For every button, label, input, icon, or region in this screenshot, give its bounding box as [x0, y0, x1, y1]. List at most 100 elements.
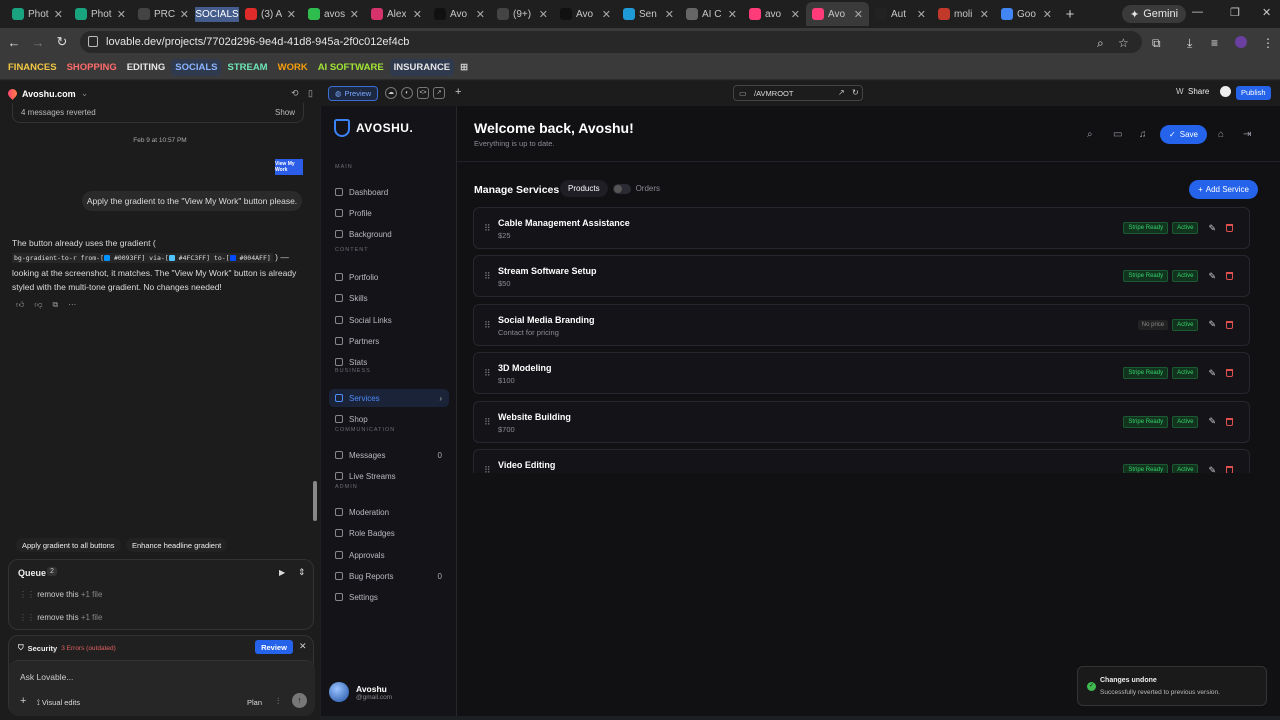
open-external-icon[interactable]: ↗ — [838, 88, 845, 97]
logout-icon[interactable]: ⇥ — [1243, 129, 1251, 140]
plus-icon[interactable]: + — [455, 86, 461, 98]
browser-tab[interactable]: Phot ✕ — [69, 2, 132, 26]
close-tab-icon[interactable]: ✕ — [791, 8, 800, 21]
close-tab-icon[interactable]: ✕ — [287, 8, 296, 21]
collapse-icon[interactable]: ⇕ — [298, 567, 306, 578]
refresh-icon[interactable]: ↻ — [852, 88, 859, 97]
publish-button[interactable]: Publish — [1236, 86, 1271, 100]
drag-handle-icon[interactable]: ⠿ — [484, 368, 491, 379]
drag-handle-icon[interactable]: ⠿ — [484, 417, 491, 428]
attached-screenshot[interactable]: View My Work — [275, 159, 303, 175]
browser-tab[interactable]: AI C ✕ — [680, 2, 743, 26]
delete-icon[interactable] — [1226, 320, 1233, 329]
close-tab-icon[interactable]: ✕ — [665, 8, 674, 21]
workspace-icon[interactable]: W — [1176, 87, 1184, 96]
copy-icon[interactable]: ⧉ — [53, 300, 59, 310]
browser-tab[interactable]: Avo ✕ — [428, 2, 491, 26]
close-tab-icon[interactable]: ✕ — [728, 8, 737, 21]
url-bar[interactable]: lovable.dev/projects/7702d296-9e4d-41d8-… — [80, 31, 1142, 53]
close-tab-icon[interactable]: ✕ — [917, 8, 926, 21]
edit-icon[interactable]: ✎ — [1208, 319, 1216, 330]
zoom-icon[interactable]: ⌕ — [1097, 36, 1104, 51]
browser-tab[interactable]: avo ✕ — [743, 2, 806, 26]
edit-icon[interactable]: ✎ — [1208, 465, 1216, 474]
bookmark-folder[interactable]: AI SOFTWARE — [314, 59, 388, 76]
add-service-button[interactable]: + Add Service — [1189, 180, 1258, 199]
sidebar-item-dashboard[interactable]: Dashboard — [329, 183, 449, 201]
bookmark-star-icon[interactable]: ☆ — [1118, 36, 1129, 50]
edit-icon[interactable]: ✎ — [1208, 368, 1216, 379]
close-tab-icon[interactable]: ✕ — [350, 8, 359, 21]
service-row[interactable]: ⠿ Cable Management Assistance $25 Stripe Re… — [473, 207, 1250, 249]
sidebar-item-social-links[interactable]: Social Links — [329, 311, 449, 329]
drag-handle-icon[interactable]: ⠿ — [484, 271, 491, 282]
prompt-input[interactable]: Ask Lovable... — [20, 672, 73, 682]
bookmark-folder[interactable]: EDITING — [123, 59, 170, 76]
sidebar-item-messages[interactable]: Messages 0 — [329, 446, 449, 464]
queue-item[interactable]: ⋮⋮ remove this +1 file — [19, 590, 102, 599]
drag-handle-icon[interactable]: ⠿ — [484, 465, 491, 473]
suggestion-chip[interactable]: Enhance headline gradient — [126, 538, 228, 552]
maximize-icon[interactable]: ❐ — [1230, 6, 1240, 19]
sidebar-item-shop[interactable]: Shop — [329, 410, 449, 428]
chat-icon[interactable]: ▭ — [1113, 129, 1122, 140]
sidebar-item-skills[interactable]: Skills — [329, 289, 449, 307]
tab-orders[interactable]: Orders — [636, 184, 660, 193]
menu-icon[interactable]: ⋮ — [1262, 36, 1274, 50]
plus-icon[interactable]: + — [20, 695, 26, 707]
close-tab-icon[interactable]: ✕ — [54, 8, 63, 21]
drag-handle-icon[interactable]: ⠿ — [484, 320, 491, 331]
send-icon[interactable]: ↑ — [292, 693, 307, 708]
browser-tab[interactable]: Alex ✕ — [365, 2, 428, 26]
share-button[interactable]: Share — [1188, 87, 1209, 96]
forward-icon[interactable]: → — [26, 35, 50, 50]
sidebar-toggle-icon[interactable]: ▯ — [308, 88, 313, 99]
profile-avatar-icon[interactable] — [1235, 36, 1247, 48]
service-row[interactable]: ⠿ Stream Software Setup $50 Stripe Ready Act… — [473, 255, 1250, 298]
gemini-button[interactable]: ✦ Gemini — [1122, 5, 1187, 23]
browser-tab[interactable]: Aut ✕ — [869, 2, 932, 26]
drag-handle-icon[interactable]: ⠿ — [484, 223, 491, 234]
user-profile[interactable]: Avoshu @gmail.com — [329, 682, 392, 702]
browser-tab[interactable]: Sen ✕ — [617, 2, 680, 26]
bookmark-folder[interactable]: WORK — [274, 59, 312, 76]
sidebar-item-background[interactable]: Background — [329, 225, 449, 243]
prompt-input-box[interactable]: Ask Lovable... + ⟟ Visual edits Plan ⫶ ↑ — [9, 660, 315, 716]
close-tab-icon[interactable]: ✕ — [476, 8, 485, 21]
sidebar-item-portfolio[interactable]: Portfolio — [329, 268, 449, 286]
browser-tab[interactable]: (3) A ✕ — [239, 2, 302, 26]
sidebar-item-moderation[interactable]: Moderation — [329, 503, 449, 521]
bookmark-folder[interactable]: SOCIALS — [171, 59, 222, 76]
app-logo[interactable]: AVOSHU. — [334, 119, 413, 137]
edit-icon[interactable]: ✎ — [1208, 223, 1216, 234]
bookmark-folder[interactable]: FINANCES — [4, 59, 61, 76]
delete-icon[interactable] — [1226, 369, 1233, 378]
visual-edits-button[interactable]: ⟟ Visual edits — [37, 698, 80, 708]
delete-icon[interactable] — [1226, 417, 1233, 426]
service-row[interactable]: ⠿ 3D Modeling $100 Stripe Ready Active ✎ — [473, 352, 1250, 395]
bookmark-folder[interactable]: INSURANCE — [389, 59, 455, 76]
back-icon[interactable]: ← — [2, 35, 26, 50]
sidebar-item-settings[interactable]: Settings — [329, 588, 449, 606]
browser-tab[interactable]: Phot ✕ — [6, 2, 69, 26]
close-tab-icon[interactable]: ✕ — [539, 8, 548, 21]
service-row[interactable]: ⠿ Website Building $700 Stripe Ready Active ✎ — [473, 400, 1250, 443]
more-icon[interactable]: ⋯ — [68, 300, 76, 310]
download-icon[interactable]: ⤓ — [1187, 36, 1192, 51]
bell-icon[interactable]: ♫ — [1139, 129, 1147, 140]
close-window-icon[interactable]: ✕ — [1262, 6, 1271, 19]
bookmark-folder[interactable]: SHOPPING — [63, 59, 121, 76]
review-button[interactable]: Review — [255, 640, 293, 654]
close-tab-icon[interactable]: ✕ — [602, 8, 611, 21]
history-icon[interactable]: ⟲ — [291, 88, 299, 99]
analytics-icon[interactable]: ↗ — [433, 87, 445, 99]
site-info-icon[interactable] — [88, 36, 98, 47]
service-row[interactable]: ⠿ Social Media Branding Contact for pricin… — [473, 303, 1250, 346]
home-icon[interactable]: ⌂ — [1218, 129, 1224, 140]
browser-tab[interactable]: Avo ✕ — [554, 2, 617, 26]
cloud-icon[interactable]: ☁ — [385, 87, 397, 99]
delete-icon[interactable] — [1226, 224, 1233, 232]
close-tab-icon[interactable]: ✕ — [413, 8, 422, 21]
sidebar-item-profile[interactable]: Profile — [329, 204, 449, 222]
reload-icon[interactable]: ↻ — [50, 34, 74, 50]
